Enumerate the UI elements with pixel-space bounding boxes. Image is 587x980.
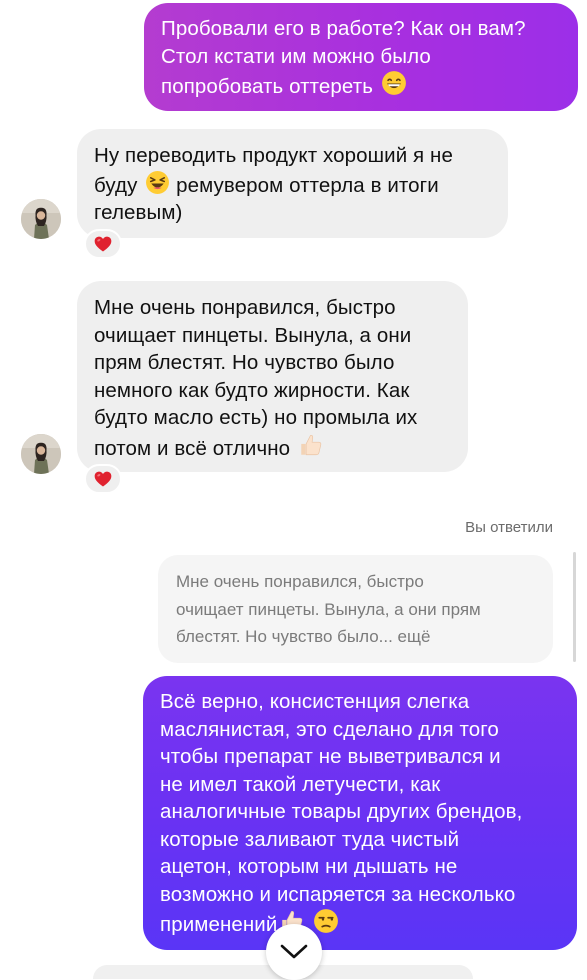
red-heart-icon xyxy=(93,234,113,254)
quote-line: Мне очень понравился, быстро xyxy=(176,572,424,591)
message-line: попробовать оттереть xyxy=(161,75,374,98)
red-heart-icon xyxy=(93,469,113,489)
message-line: потом и всё отлично xyxy=(94,436,291,460)
message-line: чтобы препарат не выветривался и xyxy=(160,745,501,768)
message-line: прям блестят. Но чувство было xyxy=(94,351,395,374)
message-line: ацетон, которым ни дышать не xyxy=(160,855,458,878)
heart-reaction[interactable] xyxy=(84,229,122,259)
scroll-down-button[interactable] xyxy=(266,924,322,980)
avatar-photo xyxy=(21,199,61,239)
message-line: маслянистая, это сделано для того xyxy=(160,717,499,741)
message-line: не имел такой летучести, как xyxy=(160,772,441,796)
message-line: буду xyxy=(94,173,138,197)
message-line: очищает пинцеты. Вынула, а они xyxy=(94,323,412,347)
chevron-down-icon xyxy=(280,944,308,959)
grinning-face-icon xyxy=(381,70,407,96)
scrollbar[interactable] xyxy=(573,552,576,662)
quote-line: блестят. Но чувство было... ещё xyxy=(176,627,431,646)
thumbs-up-icon xyxy=(298,432,324,458)
message-line: будто масло есть) но промыла их xyxy=(94,406,418,429)
message-line: немного как будто жирности. Как xyxy=(94,378,410,402)
quote-line: очищает пинцеты. Вынула, а они прям xyxy=(176,599,481,619)
incoming-message-bubble[interactable]: Мне очень понравился, быстро очищает пин… xyxy=(77,281,468,472)
message-line: Мне очень понравился, быстро xyxy=(94,296,396,319)
unamused-face-icon xyxy=(313,908,339,934)
incoming-message-bubble[interactable]: Ну переводить продукт хороший я не буду … xyxy=(77,129,508,238)
laughing-face-icon xyxy=(145,170,170,195)
message-line: аналогичные товары других брендов, xyxy=(160,800,523,823)
message-line: гелевым) xyxy=(94,201,183,224)
message-line: Ну переводить продукт хороший я не xyxy=(94,144,453,167)
message-line: ремувером оттерла в итоги xyxy=(176,173,439,197)
you-replied-label: Вы ответили xyxy=(465,519,553,536)
message-line: возможно и испаряется за несколько xyxy=(160,882,516,906)
avatar[interactable] xyxy=(21,199,61,239)
avatar[interactable] xyxy=(21,434,61,474)
outgoing-reply-bubble[interactable]: Всё верно, консистенция слегка маслянист… xyxy=(143,676,577,950)
message-line: применений xyxy=(160,913,278,936)
message-line: Стол кстати им можно было xyxy=(161,44,431,68)
outgoing-message-bubble[interactable]: Пробовали его в работе? Как он вам? Стол… xyxy=(144,3,578,111)
quoted-message[interactable]: Мне очень понравился, быстро очищает пин… xyxy=(158,555,553,663)
avatar-photo xyxy=(21,434,61,474)
heart-reaction[interactable] xyxy=(84,464,122,494)
message-line: Пробовали его в работе? Как он вам? xyxy=(161,17,526,40)
message-line: которые заливают туда чистый xyxy=(160,827,460,851)
message-line: Всё верно, консистенция слегка xyxy=(160,690,470,713)
